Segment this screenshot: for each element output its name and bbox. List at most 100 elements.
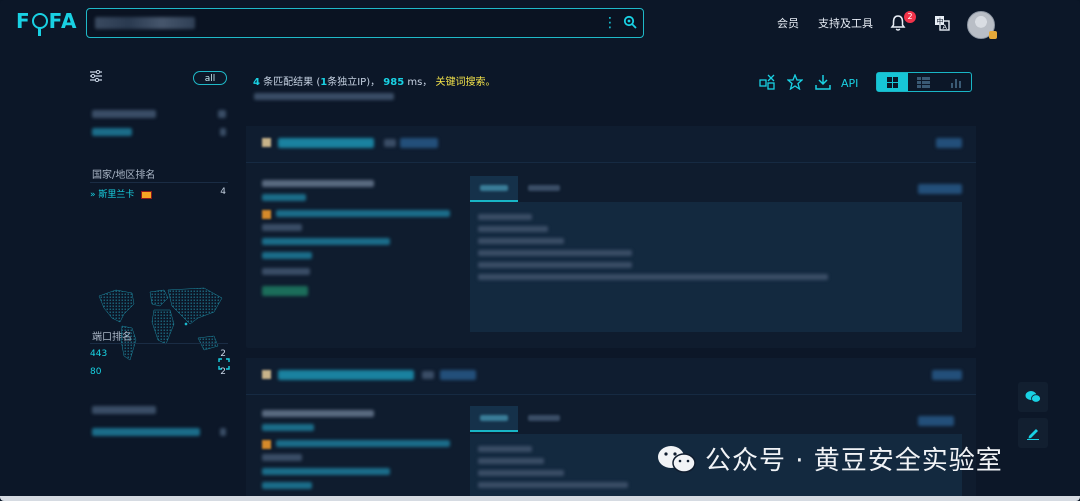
summary-text: 条匹配结果 ( xyxy=(263,77,321,88)
list-icon xyxy=(917,76,931,88)
blurred-action-button[interactable] xyxy=(932,370,962,380)
country-item-sri-lanka[interactable]: » 斯里兰卡 4 xyxy=(90,187,226,200)
translate-icon[interactable]: 中 A xyxy=(934,15,950,31)
grid-icon xyxy=(887,76,899,88)
tab-products[interactable] xyxy=(518,406,570,432)
blurred-banner-line xyxy=(478,482,628,488)
port-label: 443 xyxy=(90,349,108,359)
blurred-protocol-tag xyxy=(440,370,476,380)
blurred-location[interactable] xyxy=(276,440,450,447)
detail-tabs xyxy=(470,176,570,202)
result-summary: 4 条匹配结果 (1条独立IP)， 985 ms， 关键词搜索。 xyxy=(253,73,496,88)
blurred-copy-button[interactable] xyxy=(918,416,954,426)
svg-text:A: A xyxy=(943,23,948,31)
port-item-80[interactable]: 80 2 xyxy=(90,367,226,377)
blurred-org[interactable] xyxy=(262,482,312,489)
port-count: 2 xyxy=(220,367,226,377)
port-label: 80 xyxy=(90,367,102,377)
blurred-ip[interactable] xyxy=(262,424,314,431)
divider xyxy=(90,343,228,344)
divider xyxy=(90,182,228,183)
blurred-port xyxy=(262,454,302,461)
chevron-right-icon: » xyxy=(90,190,96,200)
wechat-button[interactable] xyxy=(1018,382,1048,412)
tab-products[interactable] xyxy=(518,176,570,202)
blurred-banner-line xyxy=(478,274,828,280)
tab-header[interactable] xyxy=(470,406,518,432)
blurred-host-extra xyxy=(384,139,396,147)
tab-header[interactable] xyxy=(470,176,518,202)
query-time: 985 xyxy=(383,77,405,88)
blurred-filter-item[interactable] xyxy=(92,128,132,136)
blurred-ip[interactable] xyxy=(262,194,306,201)
site-favicon xyxy=(262,370,271,379)
result-card xyxy=(246,126,976,348)
download-icon[interactable] xyxy=(815,74,831,90)
blurred-asn[interactable] xyxy=(262,238,390,245)
blurred-filter-item-count xyxy=(220,428,226,436)
blurred-banner-line xyxy=(478,214,532,220)
edit-icon xyxy=(1027,429,1039,440)
country-flag-icon xyxy=(262,210,271,219)
blurred-copy-button[interactable] xyxy=(918,184,962,194)
all-filter-button[interactable]: all xyxy=(193,71,227,85)
port-ranking-title: 端口排名 xyxy=(92,332,132,343)
result-count: 4 xyxy=(253,77,260,88)
blurred-banner-line xyxy=(478,446,532,452)
blurred-tags[interactable] xyxy=(262,286,308,296)
list-view-button[interactable] xyxy=(908,73,939,91)
blurred-filter-item[interactable] xyxy=(92,428,200,436)
summary-text: ms， xyxy=(407,77,433,88)
blurred-banner-line xyxy=(478,458,544,464)
top-bar: F FA ⋮ 会员 支持及工具 2 中 A xyxy=(0,0,1080,47)
filter-icon[interactable] xyxy=(90,70,102,82)
blurred-org[interactable] xyxy=(262,252,312,259)
notification-badge: 2 xyxy=(904,11,916,23)
blurred-result-title xyxy=(262,410,374,417)
compare-icon[interactable] xyxy=(759,74,775,90)
country-count: 4 xyxy=(220,187,226,197)
blurred-filter-title xyxy=(92,406,156,414)
blurred-action-button[interactable] xyxy=(936,138,962,148)
blurred-banner-line xyxy=(478,262,632,268)
blurred-banner-line xyxy=(478,250,632,256)
horizontal-scrollbar[interactable] xyxy=(0,496,1080,501)
more-options-icon[interactable]: ⋮ xyxy=(603,15,617,31)
sri-lanka-flag-icon xyxy=(141,190,153,199)
port-item-443[interactable]: 443 2 xyxy=(90,349,226,359)
country-label: 斯里兰卡 xyxy=(98,190,135,200)
result-card xyxy=(246,358,976,498)
blurred-banner-line xyxy=(478,226,548,232)
nav-support-tools[interactable]: 支持及工具 xyxy=(818,15,873,31)
wechat-icon xyxy=(1025,391,1041,403)
blurred-banner-line xyxy=(478,238,564,244)
banner-panel xyxy=(470,202,962,332)
blurred-related-links[interactable] xyxy=(254,93,394,100)
blurred-result-title xyxy=(262,180,374,187)
blurred-asn[interactable] xyxy=(262,468,390,475)
search-query-blurred[interactable] xyxy=(95,17,195,29)
blurred-filter-title xyxy=(92,110,156,118)
stats-view-button[interactable] xyxy=(940,73,971,91)
api-button[interactable]: API xyxy=(841,77,858,90)
blurred-location[interactable] xyxy=(276,210,450,217)
nav-membership[interactable]: 会员 xyxy=(777,15,799,31)
search-box[interactable]: ⋮ xyxy=(86,8,644,38)
blurred-result-host[interactable] xyxy=(278,370,414,380)
blurred-filter-item-count xyxy=(220,128,226,136)
feedback-button[interactable] xyxy=(1018,418,1048,448)
country-ranking-title: 国家/地区排名 xyxy=(92,170,156,181)
star-icon[interactable] xyxy=(787,74,803,90)
fofa-logo[interactable]: F FA xyxy=(16,8,78,36)
blurred-protocol-tag xyxy=(400,138,438,148)
port-count: 2 xyxy=(220,349,226,359)
blurred-filter-count xyxy=(218,110,226,118)
user-avatar[interactable] xyxy=(967,11,997,39)
blurred-host-extra xyxy=(422,371,434,379)
blurred-result-host[interactable] xyxy=(278,138,374,148)
site-favicon xyxy=(262,138,271,147)
fofa-window: F FA ⋮ 会员 支持及工具 2 中 A all 国家/地区排名 » 斯里兰卡… xyxy=(0,0,1080,501)
keyword-search-link[interactable]: 关键词搜索。 xyxy=(436,77,496,88)
search-icon[interactable] xyxy=(623,15,637,29)
grid-view-button[interactable] xyxy=(877,73,909,91)
